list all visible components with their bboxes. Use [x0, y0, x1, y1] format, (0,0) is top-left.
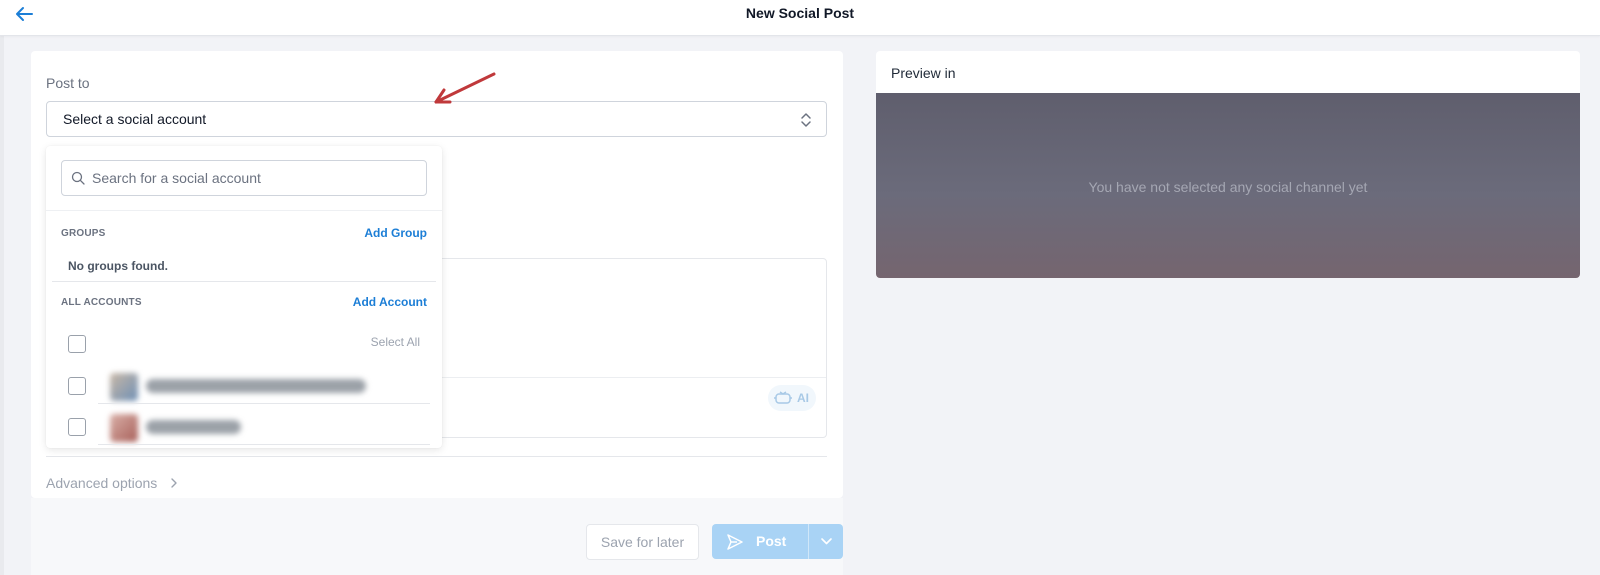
account-checkbox[interactable] [68, 418, 86, 436]
post-to-label: Post to [46, 75, 90, 91]
social-account-select-value: Select a social account [63, 111, 207, 127]
top-bar: New Social Post [0, 0, 1600, 36]
search-icon [71, 171, 85, 185]
post-label: Post [756, 533, 787, 549]
advanced-options-toggle[interactable]: Advanced options [46, 474, 179, 491]
row-divider [98, 444, 430, 445]
account-search-input[interactable] [92, 168, 412, 188]
post-button[interactable]: Post [712, 524, 808, 559]
dropdown-divider [46, 210, 442, 211]
chevron-down-icon [821, 538, 832, 545]
list-item[interactable] [98, 367, 430, 405]
window-edge [0, 0, 4, 575]
preview-area: You have not selected any social channel… [876, 93, 1580, 278]
advanced-options-label: Advanced options [46, 475, 158, 492]
send-icon [727, 534, 743, 550]
add-group-link[interactable]: Add Group [364, 226, 427, 240]
section-divider [46, 456, 827, 457]
page-title: New Social Post [745, 5, 855, 21]
preview-label: Preview in [891, 65, 956, 81]
add-account-link[interactable]: Add Account [353, 295, 427, 309]
post-options-dropdown[interactable] [809, 524, 843, 559]
avatar [110, 373, 138, 401]
annotation-arrow-icon [434, 72, 496, 104]
preview-empty-message: You have not selected any social channel… [1088, 179, 1368, 195]
save-for-later-button[interactable]: Save for later [586, 524, 699, 560]
save-for-later-label: Save for later [600, 534, 685, 550]
no-groups-message: No groups found. [68, 259, 168, 273]
select-all-label[interactable]: Select All [371, 335, 420, 349]
account-search-box [61, 160, 427, 196]
ai-label: AI [797, 391, 809, 405]
ai-robot-icon [774, 391, 792, 404]
select-all-checkbox[interactable] [68, 335, 86, 353]
ai-assist-button[interactable]: AI [768, 385, 816, 411]
groups-section-label: GROUPS [61, 228, 106, 239]
chevron-up-down-icon [801, 113, 811, 127]
avatar [110, 414, 138, 442]
all-accounts-section-label: ALL ACCOUNTS [61, 297, 142, 308]
social-account-dropdown: GROUPS Add Group No groups found. ALL AC… [46, 146, 442, 448]
account-name-redacted [146, 379, 366, 393]
account-name-redacted [146, 420, 241, 434]
list-item[interactable] [98, 408, 430, 446]
post-button-group: Post [712, 524, 843, 559]
chevron-right-icon [171, 478, 177, 488]
row-divider [98, 403, 430, 404]
dropdown-section-divider [52, 281, 436, 282]
account-checkbox[interactable] [68, 377, 86, 395]
